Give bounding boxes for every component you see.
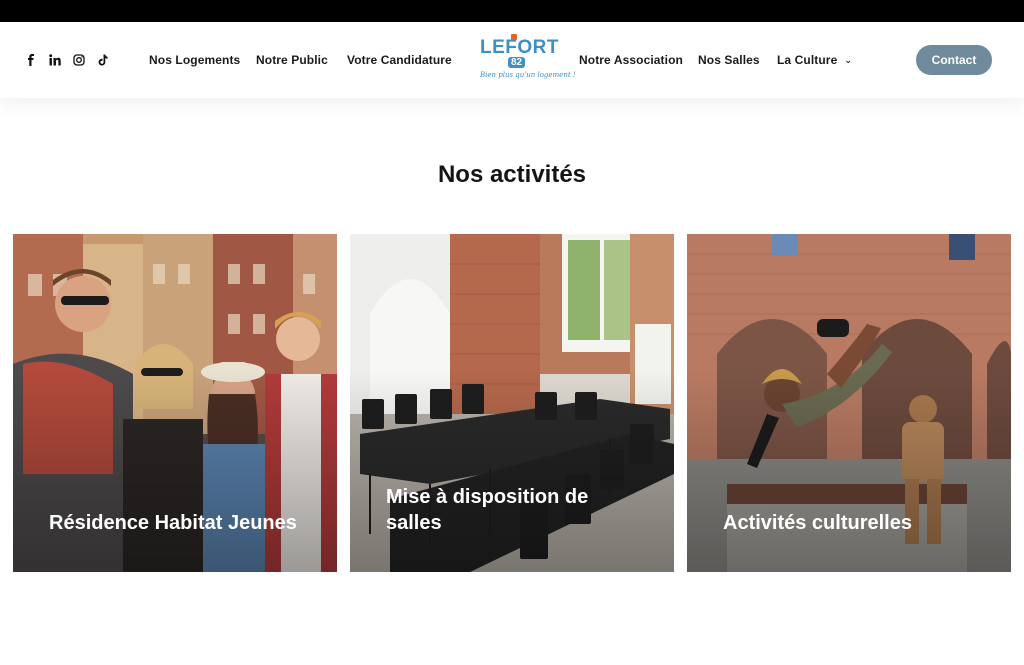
contact-button[interactable]: Contact — [916, 45, 992, 75]
nav-item-notre-association[interactable]: Notre Association — [579, 53, 683, 67]
card-label: Activités culturelles — [723, 512, 912, 534]
card-label: Résidence Habitat Jeunes — [49, 512, 297, 534]
top-black-bar — [0, 0, 1024, 22]
activity-card-culture[interactable]: Activités culturelles — [687, 234, 1011, 572]
instagram-icon[interactable] — [72, 53, 86, 67]
social-links — [24, 53, 110, 67]
linkedin-icon[interactable] — [48, 53, 62, 67]
section-title: Nos activités — [437, 161, 587, 188]
card-label: Mise à disposition de salles — [386, 486, 589, 534]
activity-card-salles[interactable]: Mise à disposition de salles — [350, 234, 674, 572]
nav-item-nos-salles[interactable]: Nos Salles — [698, 53, 760, 67]
main-navigation: Nos Logements Notre Public Votre Candida… — [0, 22, 1024, 98]
nav-item-nos-logements[interactable]: Nos Logements — [149, 53, 240, 67]
facebook-icon[interactable] — [24, 53, 38, 67]
nav-item-votre-candidature[interactable]: Votre Candidature — [347, 53, 452, 67]
logo-tagline: Bien plus qu'un logement ! — [480, 71, 576, 79]
nav-item-la-culture[interactable]: La Culture ⌄ — [777, 53, 852, 67]
logo-text: LEFORT — [480, 37, 559, 58]
site-logo[interactable]: LEFORT 82 Bien plus qu'un logement ! — [478, 34, 576, 86]
chevron-down-icon: ⌄ — [844, 55, 852, 65]
nav-item-notre-public[interactable]: Notre Public — [256, 53, 328, 67]
logo-number: 82 — [508, 57, 526, 68]
tiktok-icon[interactable] — [96, 53, 110, 67]
nav-item-la-culture-label: La Culture — [777, 53, 838, 67]
activity-card-residence[interactable]: Résidence Habitat Jeunes — [13, 234, 337, 572]
